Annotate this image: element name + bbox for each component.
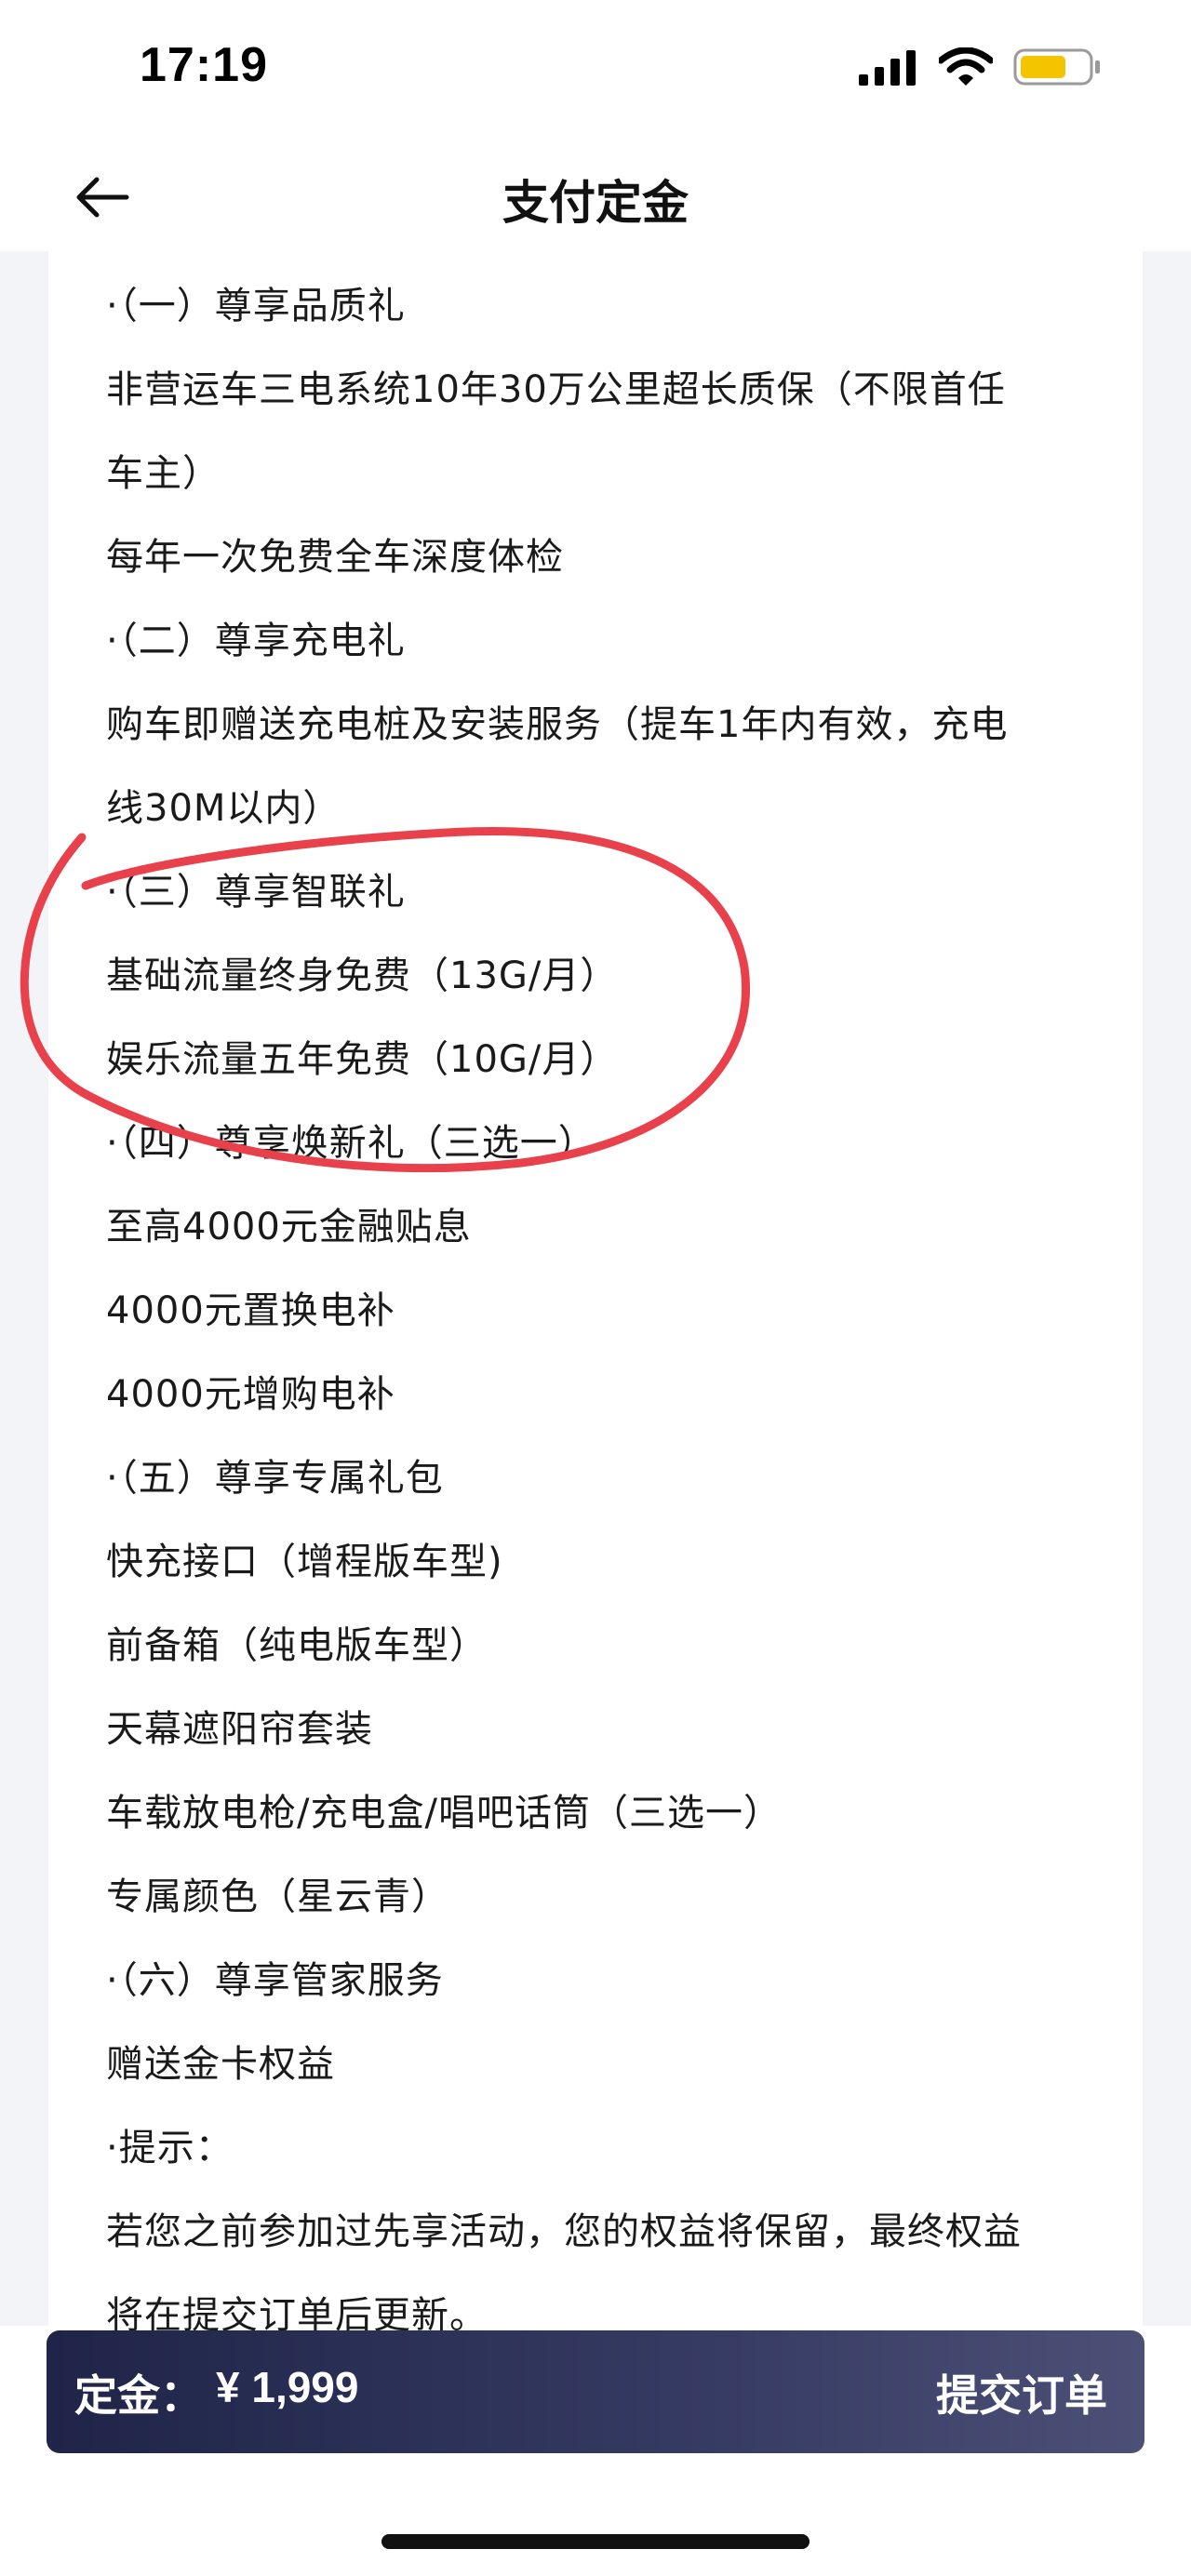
benefit-text: 基础流量终身免费（13G/月） (106, 954, 619, 997)
benefits-list: ·（一）尊享品质礼 非营运车三电系统10年30万公里超长质保（不限首任 车主） … (106, 264, 1105, 2357)
benefit-text: 车主） (106, 452, 221, 495)
tip-heading: ·提示： (106, 2127, 234, 2169)
submit-order-button[interactable]: 提交订单 (936, 2362, 1107, 2423)
section-heading: ·（六）尊享管家服务 (106, 1959, 444, 2002)
home-indicator (381, 2534, 810, 2549)
benefit-text: 赠送金卡权益 (106, 2043, 335, 2086)
status-bar: 17:19 (0, 0, 1191, 140)
benefit-text: 天幕遮阳帘套装 (106, 1708, 373, 1751)
section-heading: ·（二）尊享充电礼 (106, 620, 406, 662)
benefit-text: 前备箱（纯电版车型） (106, 1624, 488, 1667)
status-icons (859, 47, 1103, 87)
deposit-label: 定金： (74, 2370, 203, 2421)
section-heading: ·（四）尊享焕新礼（三选一） (106, 1122, 596, 1165)
benefit-text: 每年一次免费全车深度体检 (106, 536, 564, 579)
section-heading: ·（五）尊享专属礼包 (106, 1457, 444, 1500)
benefit-text: 车载放电枪/充电盒/唱吧话筒（三选一） (106, 1792, 782, 1835)
benefit-text: 购车即赠送充电桩及安装服务（提车1年内有效，充电 (106, 703, 1009, 746)
status-time: 17:19 (140, 38, 268, 92)
benefit-text: 4000元增购电补 (106, 1373, 395, 1416)
benefit-text: 快充接口（增程版车型) (106, 1541, 503, 1583)
section-heading: ·（一）尊享品质礼 (106, 285, 406, 327)
deposit-amount: ¥ 1,999 (216, 2363, 359, 2411)
payment-footer: 定金： ¥ 1,999 提交订单 (47, 2330, 1144, 2453)
benefit-text: 专属颜色（星云青） (106, 1875, 449, 1918)
benefit-text: 至高4000元金融贴息 (106, 1206, 472, 1248)
benefit-text: 4000元置换电补 (106, 1289, 395, 1332)
page-title: 支付定金 (502, 176, 689, 230)
cellular-signal-icon (859, 50, 916, 86)
wifi-icon (939, 47, 993, 86)
benefit-text: 娱乐流量五年免费（10G/月） (106, 1038, 619, 1081)
benefits-card: ·（一）尊享品质礼 非营运车三电系统10年30万公里超长质保（不限首任 车主） … (48, 251, 1143, 2337)
benefit-text: 非营运车三电系统10年30万公里超长质保（不限首任 (106, 368, 1006, 411)
battery-icon (1013, 48, 1100, 86)
section-heading: ·（三）尊享智联礼 (106, 871, 406, 914)
navigation-bar: 支付定金 (0, 140, 1191, 251)
tip-text: 若您之前参加过先享活动，您的权益将保留，最终权益 (106, 2210, 1022, 2253)
benefit-text: 线30M以内） (106, 787, 341, 830)
